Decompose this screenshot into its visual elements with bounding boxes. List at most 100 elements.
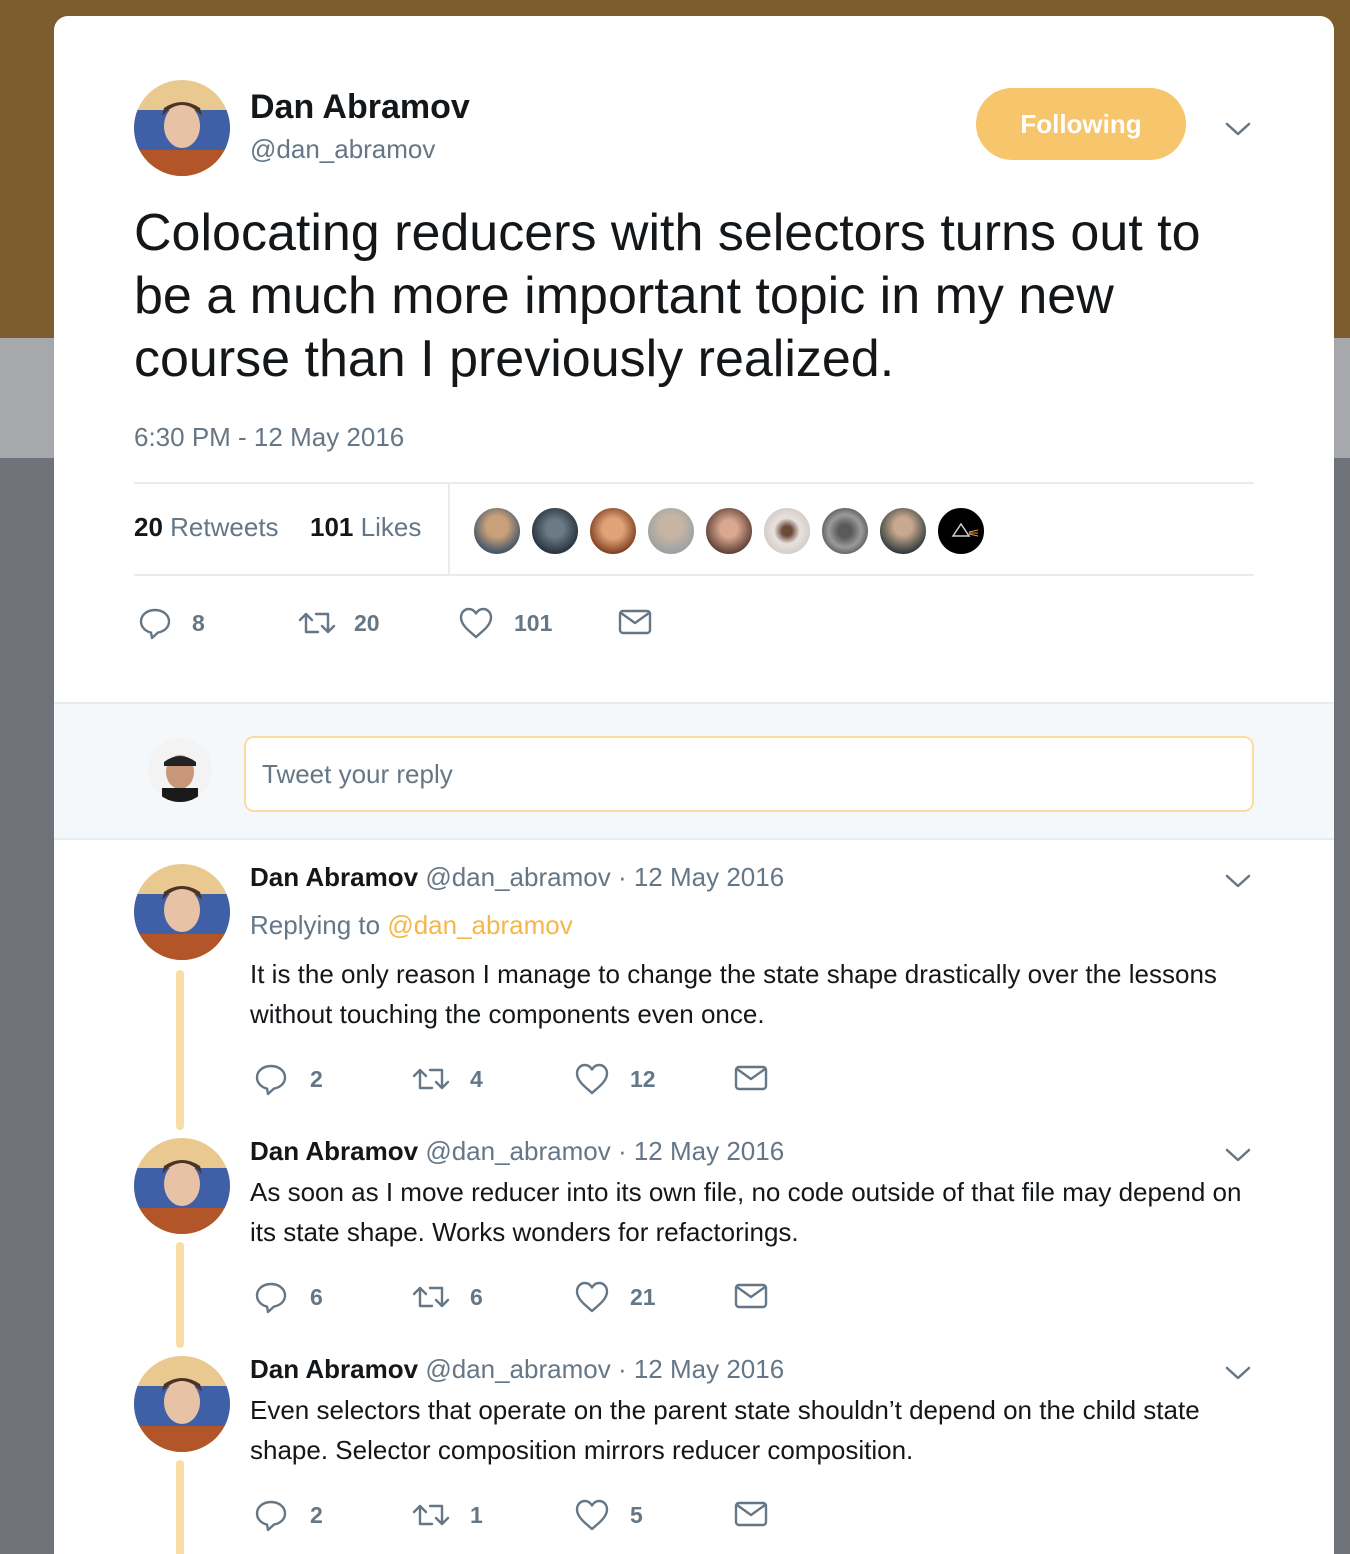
thread-connector: [176, 1460, 184, 1554]
heart-icon: [575, 1063, 609, 1095]
reply-count: 2: [310, 1501, 323, 1528]
current-user-avatar[interactable]: [148, 738, 212, 802]
reply-author-avatar[interactable]: [134, 864, 230, 960]
separator-dot: ·: [617, 1136, 627, 1166]
reply-action[interactable]: 8: [138, 606, 205, 640]
retweet-count: 4: [470, 1065, 483, 1092]
like-action[interactable]: 21: [574, 1280, 656, 1314]
thread-connector: [176, 1242, 184, 1348]
reply-icon: [255, 1064, 287, 1096]
reply-action[interactable]: 6: [254, 1280, 323, 1314]
heart-icon: [459, 607, 493, 639]
retweet-icon: [412, 1504, 450, 1526]
reply-action[interactable]: 2: [254, 1062, 323, 1096]
author-avatar[interactable]: [134, 80, 230, 176]
chevron-down-icon[interactable]: [1224, 1146, 1252, 1164]
liker-avatar[interactable]: [820, 506, 870, 556]
direct-message-action[interactable]: [618, 608, 652, 636]
like-action[interactable]: 101: [458, 606, 552, 640]
retweet-action[interactable]: 20: [298, 606, 380, 640]
reply-author-avatar[interactable]: [134, 1138, 230, 1234]
author-handle[interactable]: @dan_abramov: [250, 134, 435, 165]
reply-icon: [139, 608, 171, 640]
like-count: 21: [630, 1283, 656, 1310]
like-count: 5: [630, 1501, 643, 1528]
retweet-icon: [298, 612, 336, 634]
retweet-action[interactable]: 4: [412, 1062, 483, 1096]
reply-date[interactable]: 12 May 2016: [634, 1354, 784, 1384]
reply-author-name[interactable]: Dan Abramov: [250, 1136, 418, 1166]
reply-header: Dan Abramov @dan_abramov · 12 May 2016: [250, 1354, 784, 1385]
direct-message-action[interactable]: [734, 1064, 768, 1092]
liker-avatar[interactable]: [936, 506, 986, 556]
replying-to: Replying to @dan_abramov: [250, 910, 573, 941]
thread-connector: [176, 970, 184, 1130]
liker-avatar[interactable]: [878, 506, 928, 556]
retweet-count: 20: [354, 609, 380, 636]
reply-count: 6: [310, 1283, 323, 1310]
likes-stat[interactable]: 101 Likes: [310, 512, 421, 543]
reply-composer: [54, 702, 1334, 840]
reply-author-handle[interactable]: @dan_abramov: [425, 1354, 610, 1384]
like-count: 101: [514, 609, 553, 636]
retweet-icon: [412, 1286, 450, 1308]
tweet-modal: Dan Abramov @dan_abramov Following Coloc…: [54, 16, 1334, 1554]
liker-avatar[interactable]: [762, 506, 812, 556]
like-count: 12: [630, 1065, 656, 1092]
heart-icon: [575, 1281, 609, 1313]
chevron-down-icon[interactable]: [1224, 1364, 1252, 1382]
reply-text: It is the only reason I manage to change…: [250, 959, 1217, 1029]
reply-header: Dan Abramov @dan_abramov · 12 May 2016: [250, 1136, 784, 1167]
liker-avatar[interactable]: [588, 506, 638, 556]
separator-dot: ·: [617, 862, 627, 892]
like-action[interactable]: 12: [574, 1062, 656, 1096]
reply-date[interactable]: 12 May 2016: [634, 1136, 784, 1166]
envelope-icon: [618, 609, 652, 635]
reply-action[interactable]: 2: [254, 1498, 323, 1532]
like-action[interactable]: 5: [574, 1498, 643, 1532]
following-button[interactable]: Following: [976, 88, 1186, 160]
reply-author-name[interactable]: Dan Abramov: [250, 862, 418, 892]
retweet-action[interactable]: 1: [412, 1498, 483, 1532]
chevron-down-icon[interactable]: [1224, 872, 1252, 890]
separator-dot: ·: [617, 1354, 627, 1384]
liker-avatar[interactable]: [472, 506, 522, 556]
likes-count: 101: [310, 512, 354, 542]
retweets-count: 20: [134, 512, 163, 542]
retweets-stat[interactable]: 20 Retweets: [134, 512, 279, 543]
replying-to-label: Replying to: [250, 910, 381, 940]
liker-avatar[interactable]: [646, 506, 696, 556]
reply-author-handle[interactable]: @dan_abramov: [425, 862, 610, 892]
reply-input[interactable]: [244, 736, 1254, 812]
reply-count: 2: [310, 1065, 323, 1092]
author-name[interactable]: Dan Abramov: [250, 88, 470, 127]
heart-icon: [575, 1499, 609, 1531]
direct-message-action[interactable]: [734, 1500, 768, 1528]
reply-text: Even selectors that operate on the paren…: [250, 1395, 1200, 1465]
direct-message-action[interactable]: [734, 1282, 768, 1310]
tweet-timestamp[interactable]: 6:30 PM - 12 May 2016: [134, 422, 404, 453]
replying-to-link[interactable]: @dan_abramov: [387, 910, 572, 940]
retweet-count: 6: [470, 1283, 483, 1310]
tweet-text: Colocating reducers with selectors turns…: [134, 204, 1201, 388]
stats-divider: [448, 482, 450, 576]
reply-count: 8: [192, 609, 205, 636]
envelope-icon: [734, 1065, 768, 1091]
reply-text: As soon as I move reducer into its own f…: [250, 1177, 1242, 1247]
reply-date[interactable]: 12 May 2016: [634, 862, 784, 892]
reply-icon: [255, 1282, 287, 1314]
reply-header: Dan Abramov @dan_abramov · 12 May 2016: [250, 862, 784, 893]
retweet-action[interactable]: 6: [412, 1280, 483, 1314]
liker-avatar[interactable]: [530, 506, 580, 556]
likes-label: Likes: [360, 512, 422, 542]
envelope-icon: [734, 1501, 768, 1527]
reply-author-avatar[interactable]: [134, 1356, 230, 1452]
retweets-label: Retweets: [170, 512, 279, 542]
reply-author-name[interactable]: Dan Abramov: [250, 1354, 418, 1384]
reply-author-handle[interactable]: @dan_abramov: [425, 1136, 610, 1166]
liker-avatar[interactable]: [704, 506, 754, 556]
retweet-icon: [412, 1068, 450, 1090]
chevron-down-icon[interactable]: [1224, 120, 1252, 138]
envelope-icon: [734, 1283, 768, 1309]
divider: [134, 574, 1254, 576]
